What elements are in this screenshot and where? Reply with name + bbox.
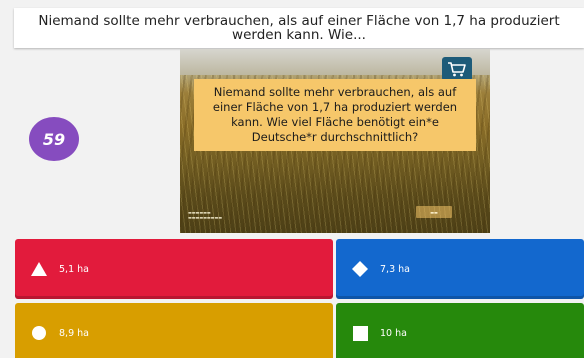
answer-option-circle[interactable]: 8,9 ha <box>15 303 333 358</box>
shopping-cart-icon <box>442 57 472 81</box>
answer-label: 5,1 ha <box>59 263 89 275</box>
question-title: Niemand sollte mehr verbrauchen, als auf… <box>14 8 584 48</box>
timer-value: 59 <box>42 129 66 149</box>
image-footer-badge: ▬▬ <box>416 206 452 218</box>
circle-icon <box>31 325 47 341</box>
square-icon <box>352 325 368 341</box>
image-caption-text: Niemand sollte mehr verbrauchen, als auf… <box>212 85 458 144</box>
question-image: Niemand sollte mehr verbrauchen, als auf… <box>180 49 490 233</box>
countdown-timer: 59 <box>29 117 79 161</box>
question-text: Niemand sollte mehr verbrauchen, als auf… <box>38 13 560 43</box>
answer-label: 10 ha <box>380 327 407 339</box>
triangle-icon <box>31 261 47 277</box>
image-footer-note: ▬▬▬▬▬▬ ▬▬▬▬▬▬▬▬▬ <box>188 210 223 220</box>
answer-label: 8,9 ha <box>59 327 89 339</box>
answer-option-diamond[interactable]: 7,3 ha <box>336 239 584 299</box>
diamond-icon <box>352 261 368 277</box>
answer-grid: 5,1 ha 7,3 ha 8,9 ha 10 ha <box>15 239 584 358</box>
answer-option-square[interactable]: 10 ha <box>336 303 584 358</box>
answer-label: 7,3 ha <box>380 263 410 275</box>
answer-option-triangle[interactable]: 5,1 ha <box>15 239 333 299</box>
image-caption: Niemand sollte mehr verbrauchen, als auf… <box>194 79 476 151</box>
